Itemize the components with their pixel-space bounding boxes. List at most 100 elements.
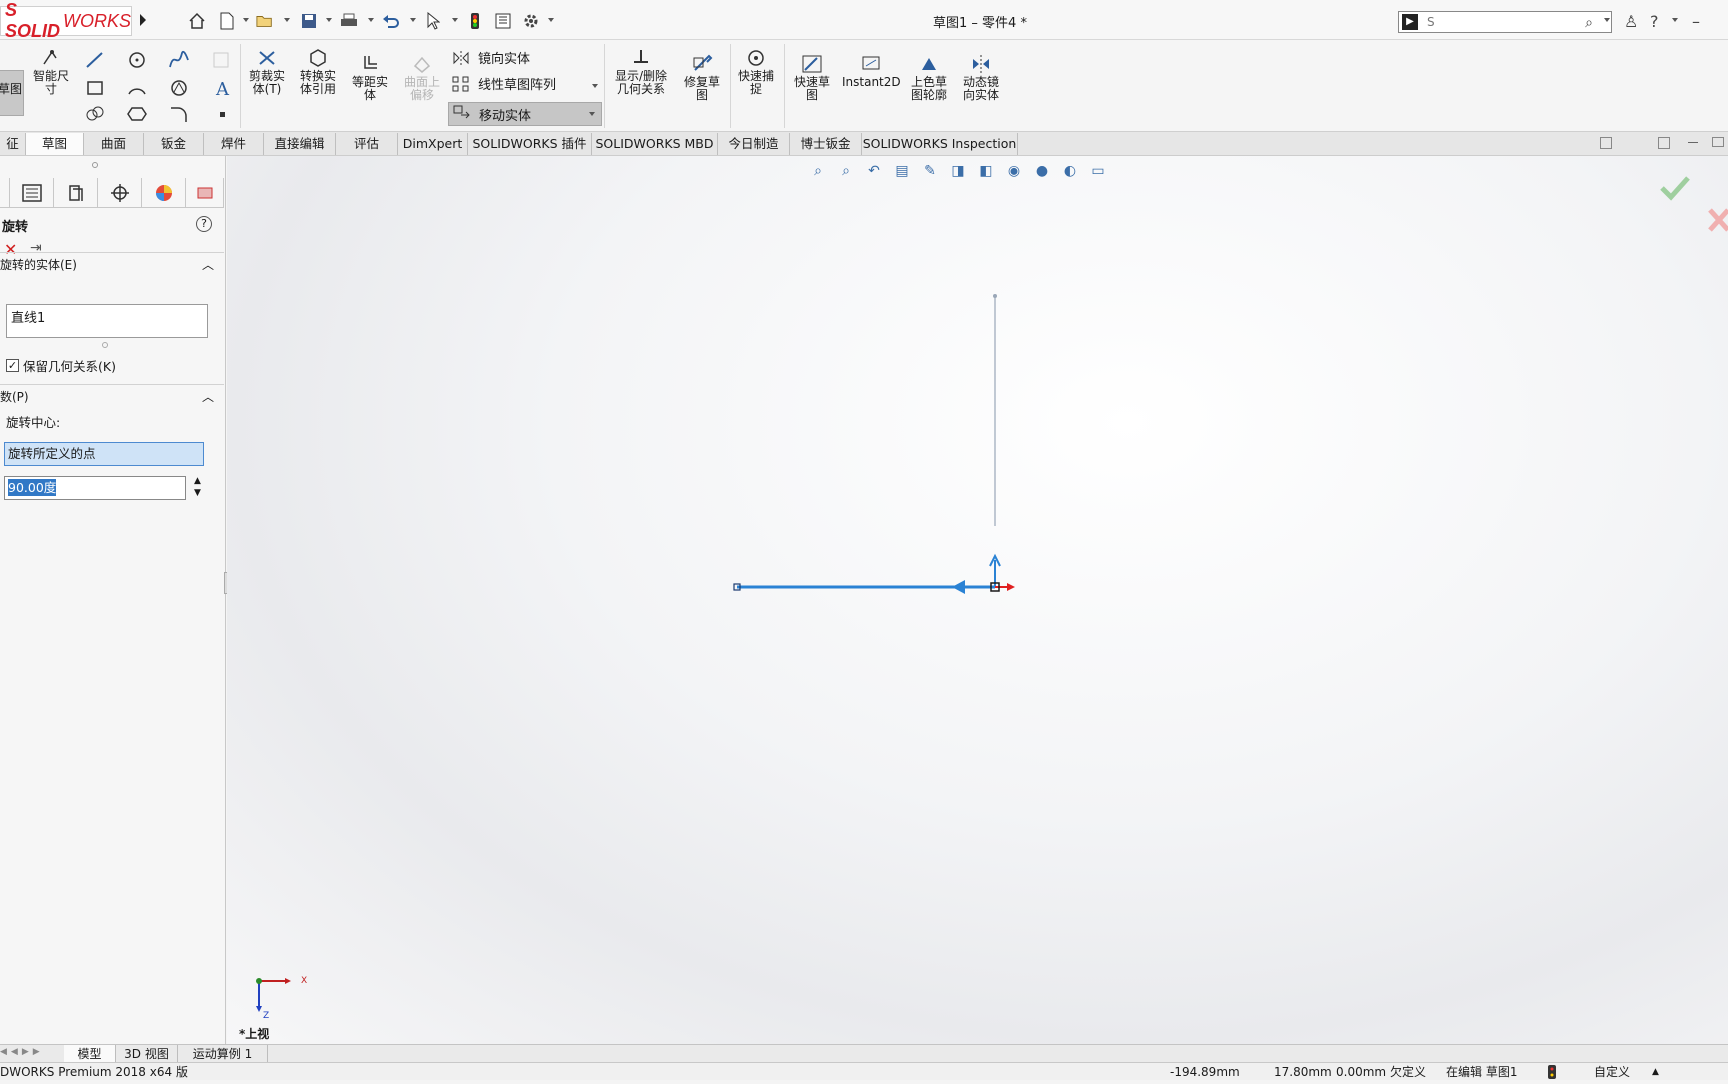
trim-entities-button[interactable]: 剪裁实体(T)	[244, 48, 290, 96]
pattern-dropdown-icon[interactable]	[592, 84, 598, 88]
list-item[interactable]: 直线1	[11, 307, 203, 326]
configuration-manager-tab[interactable]	[54, 178, 98, 208]
text-tool-icon[interactable]: A	[212, 78, 234, 98]
rebuild-icon[interactable]	[466, 12, 484, 30]
smart-dimension-button[interactable]: 智能尺寸	[28, 48, 74, 96]
home-icon[interactable]	[188, 12, 206, 30]
dynamic-mirror-button[interactable]: 动态镜向实体	[958, 54, 1004, 102]
collapse-chevron-icon[interactable]: ︿	[202, 385, 214, 409]
list-resize-handle-icon[interactable]	[102, 342, 108, 348]
tab-bose-sheet-metal[interactable]: 博士钣金	[790, 133, 862, 155]
spline-tool-icon[interactable]	[168, 50, 190, 70]
search-icon[interactable]: ⌕	[1585, 13, 1593, 33]
file-properties-icon[interactable]	[494, 12, 512, 30]
tab-model[interactable]: 模型	[64, 1045, 116, 1063]
entities-selection-list[interactable]: 直线1	[6, 304, 208, 338]
display-delete-relations-button[interactable]: 显示/删除几何关系	[610, 48, 672, 96]
exit-sketch-button[interactable]: 草图	[0, 70, 24, 116]
select-dropdown-icon[interactable]	[452, 18, 458, 22]
print-icon[interactable]	[340, 12, 358, 30]
tab-scroll-arrows-icon[interactable]: ◀◀▶▶	[0, 1047, 44, 1057]
units-selector[interactable]: 自定义	[1594, 1063, 1630, 1081]
tab-today-manufacturing[interactable]: 今日制造	[718, 133, 790, 155]
cam-tab[interactable]	[186, 178, 224, 208]
section-entities-to-rotate[interactable]: 旋转的实体(E) ︿	[0, 252, 224, 276]
display-manager-tab[interactable]	[142, 178, 186, 208]
rectangle-tool-icon[interactable]	[84, 78, 106, 98]
move-dropdown-icon[interactable]	[589, 112, 595, 116]
tab-solidworks-inspection[interactable]: SOLIDWORKS Inspection	[862, 133, 1018, 155]
save-dropdown-icon[interactable]	[326, 18, 332, 22]
tab-sheet-metal[interactable]: 钣金	[144, 133, 204, 155]
tab-evaluate[interactable]: 评估	[336, 133, 398, 155]
circle-tool-icon[interactable]	[126, 50, 148, 70]
arc-tool-icon[interactable]	[126, 78, 148, 98]
angle-spin-down-icon[interactable]: ▼	[194, 488, 201, 499]
plane-tool-icon[interactable]	[210, 50, 232, 70]
offset-entities-button[interactable]: 等距实体	[348, 54, 392, 102]
options-dropdown-icon[interactable]	[548, 18, 554, 22]
offset-on-surface-button[interactable]: 曲面上偏移	[400, 54, 444, 102]
tab-solidworks-mbd[interactable]: SOLIDWORKS MBD	[592, 133, 718, 155]
user-icon[interactable]: ♙	[1624, 12, 1638, 31]
help-question-icon[interactable]: ?	[196, 216, 212, 232]
solidworks-logo[interactable]: S SOLID WORKS	[0, 0, 132, 41]
new-dropdown-icon[interactable]	[243, 18, 249, 22]
expand-menu-icon[interactable]	[138, 12, 148, 28]
tab-features[interactable]: 征	[0, 133, 26, 155]
command-search-icon[interactable]: ▶	[1402, 14, 1418, 30]
rapid-sketch-button[interactable]: 快速草图	[790, 54, 834, 102]
open-folder-icon[interactable]	[256, 12, 274, 30]
minimize-icon[interactable]: –	[1692, 12, 1700, 31]
options-gear-icon[interactable]	[522, 12, 540, 30]
tab-dimxpert[interactable]: DimXpert	[398, 133, 468, 155]
save-icon[interactable]	[300, 12, 318, 30]
fillet-tool-icon[interactable]	[168, 104, 190, 124]
feature-tree-tab[interactable]	[0, 178, 10, 208]
tile-right-icon[interactable]	[1658, 137, 1670, 149]
doc-restore-icon[interactable]	[1712, 137, 1724, 147]
polygon-tool-icon[interactable]	[168, 78, 190, 98]
mirror-entities-button[interactable]: 镜向实体	[452, 48, 530, 67]
checkbox-checked-icon[interactable]: ✓	[6, 359, 19, 372]
tab-motion-study[interactable]: 运动算例 1	[178, 1045, 268, 1063]
tab-3d-views[interactable]: 3D 视图	[116, 1045, 178, 1063]
select-cursor-icon[interactable]	[424, 12, 442, 30]
tab-sketch[interactable]: 草图	[26, 133, 84, 155]
section-parameters[interactable]: 数(P) ︿	[0, 384, 224, 408]
tab-surfaces[interactable]: 曲面	[84, 133, 144, 155]
panel-handle-icon[interactable]	[92, 162, 98, 168]
open-dropdown-icon[interactable]	[284, 18, 290, 22]
rebuild-status-icon[interactable]	[1548, 1065, 1556, 1084]
rotation-center-field[interactable]: 旋转所定义的点	[4, 442, 204, 466]
search-input[interactable]: ▶ S ⌕	[1398, 11, 1612, 33]
graphics-viewport[interactable]: ⌕ ⌕ ↶ ▤ ✎ ◨ ◧ ◉ ● ◐ ▭ X Z *上视	[227, 156, 1728, 1044]
search-dropdown-icon[interactable]	[1604, 18, 1610, 22]
quick-snaps-button[interactable]: 快速捕捉	[734, 48, 778, 96]
shaded-sketch-contours-button[interactable]: 上色草图轮廓	[906, 54, 952, 102]
dimxpert-manager-tab[interactable]	[98, 178, 142, 208]
help-icon[interactable]: ?	[1650, 12, 1659, 31]
angle-input[interactable]: 90.00度	[4, 476, 186, 500]
tab-direct-editing[interactable]: 直接编辑	[264, 133, 336, 155]
convert-entities-button[interactable]: 转换实体引用	[296, 48, 340, 96]
instant2d-button[interactable]: Instant2D	[842, 54, 901, 89]
collapse-chevron-icon[interactable]: ︿	[202, 253, 214, 277]
undo-icon[interactable]	[382, 12, 400, 30]
linear-pattern-button[interactable]: 线性草图阵列	[452, 74, 556, 93]
tab-weldments[interactable]: 焊件	[204, 133, 264, 155]
point-tool-icon[interactable]	[212, 104, 234, 124]
ellipse-tool-icon[interactable]	[126, 104, 148, 124]
keep-relations-checkbox[interactable]: ✓ 保留几何关系(K)	[6, 356, 116, 375]
tile-left-icon[interactable]	[1600, 137, 1612, 149]
sketch-canvas[interactable]	[227, 156, 1728, 1044]
units-dropdown-icon[interactable]: ▲	[1652, 1063, 1659, 1081]
undo-dropdown-icon[interactable]	[410, 18, 416, 22]
slot-tool-icon[interactable]	[84, 104, 106, 124]
line-tool-icon[interactable]	[84, 50, 106, 70]
new-document-icon[interactable]	[218, 12, 236, 30]
help-dropdown-icon[interactable]	[1672, 18, 1678, 22]
repair-sketch-button[interactable]: 修复草图	[680, 54, 724, 102]
print-dropdown-icon[interactable]	[368, 18, 374, 22]
tab-solidworks-addins[interactable]: SOLIDWORKS 插件	[468, 133, 592, 155]
